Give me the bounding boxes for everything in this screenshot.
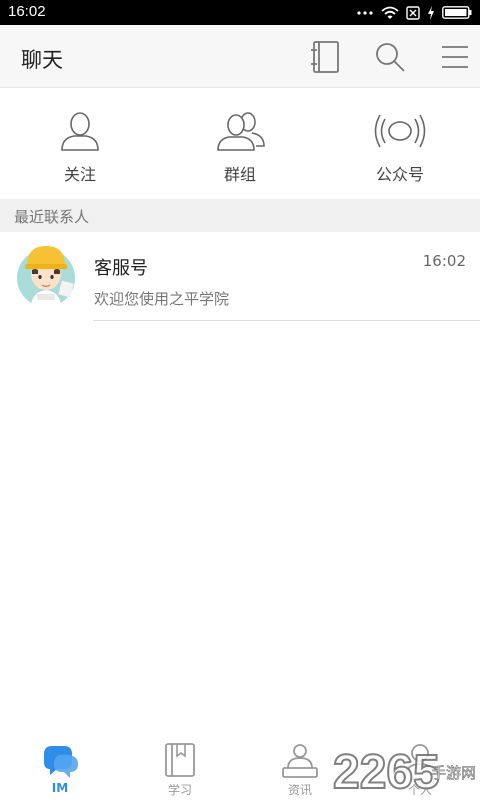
search-icon — [376, 43, 405, 72]
page-title: 聊天 — [21, 48, 63, 72]
search-button[interactable] — [372, 39, 408, 75]
divider — [93, 320, 480, 321]
tab-im-label: IM — [51, 781, 69, 795]
person-icon — [404, 744, 436, 780]
tab-profile-label: 个人 — [407, 783, 432, 797]
groups-label: 群组 — [223, 165, 256, 184]
avatar — [17, 246, 75, 308]
official-accounts-button[interactable]: 公众号 — [320, 89, 480, 197]
status-time: 16:02 — [8, 3, 46, 20]
charging-icon — [428, 5, 434, 20]
user-icon — [61, 112, 99, 151]
contacts-book-icon — [311, 41, 339, 73]
contact-name: 客服号 — [94, 258, 148, 279]
app-header: 聊天 — [0, 25, 480, 88]
status-icons — [356, 4, 472, 21]
contact-time: 16:02 — [422, 252, 466, 270]
contacts-button[interactable] — [307, 39, 343, 75]
wifi-icon — [381, 6, 399, 19]
group-icon — [217, 112, 265, 151]
tab-im[interactable]: IM — [0, 732, 120, 800]
tab-news-label: 资讯 — [287, 783, 312, 797]
contact-last-message: 欢迎您使用之平学院 — [94, 290, 230, 308]
quick-actions: 关注 群组 公众号 — [0, 89, 480, 197]
broadcast-icon — [374, 114, 426, 148]
official-accounts-label: 公众号 — [375, 165, 424, 184]
tab-news[interactable]: 资讯 — [240, 732, 360, 800]
follow-label: 关注 — [63, 165, 96, 184]
bottom-tab-bar: IM 学习 资讯 个人 — [0, 732, 480, 800]
tab-profile[interactable]: 个人 — [360, 732, 480, 800]
news-icon — [282, 744, 318, 778]
no-sim-icon — [406, 5, 420, 20]
menu-icon — [442, 46, 468, 68]
battery-icon — [442, 6, 472, 19]
groups-button[interactable]: 群组 — [160, 89, 320, 197]
contact-row[interactable]: 客服号 16:02 欢迎您使用之平学院 — [0, 232, 480, 321]
follow-button[interactable]: 关注 — [0, 89, 160, 197]
book-icon — [165, 743, 195, 777]
chat-bubbles-icon — [44, 746, 78, 778]
tab-study-label: 学习 — [167, 783, 192, 797]
tab-study[interactable]: 学习 — [120, 732, 240, 800]
menu-button[interactable] — [437, 39, 473, 75]
status-bar: 16:02 — [0, 0, 480, 25]
section-title: 最近联系人 — [14, 208, 90, 226]
recent-contacts-header: 最近联系人 — [0, 199, 480, 232]
signal-dots-icon — [357, 10, 373, 15]
